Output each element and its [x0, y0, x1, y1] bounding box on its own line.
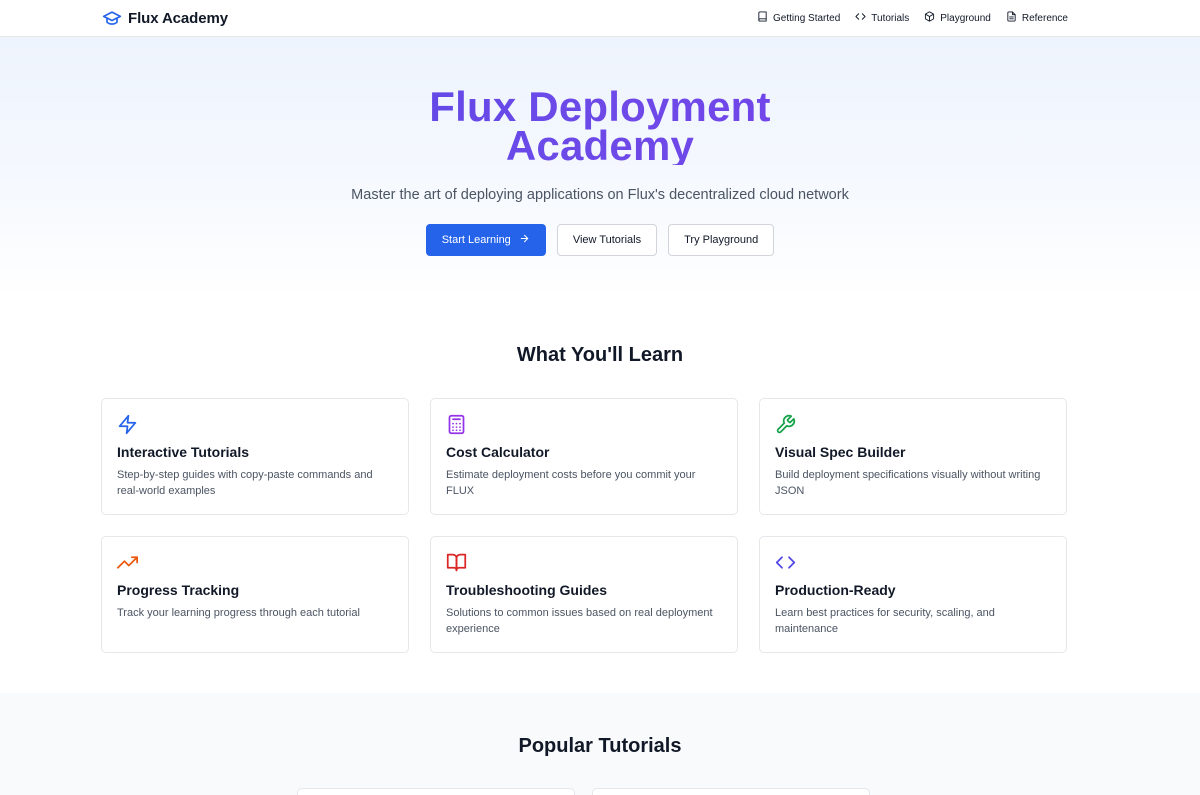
brand[interactable]: Flux Academy — [102, 8, 228, 28]
code-icon — [855, 11, 866, 25]
brand-name: Flux Academy — [128, 9, 228, 27]
wrench-icon — [775, 414, 797, 436]
feature-title: Interactive Tutorials — [117, 444, 250, 460]
hero-subtitle: Master the art of deploying applications… — [351, 187, 849, 203]
learn-section-title: What You'll Learn — [516, 344, 684, 366]
open-book-icon — [446, 552, 468, 574]
feature-card-production-ready[interactable]: Production-Ready Learn best practices fo… — [759, 536, 1067, 653]
graduation-cap-icon — [102, 8, 122, 28]
tutorial-card[interactable] — [592, 788, 870, 795]
feature-description: Track your learning progress through eac… — [117, 607, 360, 619]
feature-description: Build deployment specifications visually… — [775, 469, 1041, 497]
nav-reference[interactable]: Reference — [1006, 11, 1068, 25]
feature-title: Troubleshooting Guides — [446, 582, 607, 598]
feature-description: Estimate deployment costs before you com… — [446, 469, 696, 497]
lightning-icon — [117, 414, 139, 436]
feature-title: Visual Spec Builder — [775, 444, 906, 460]
nav-label: Getting Started — [773, 12, 841, 24]
feature-description: Step-by-step guides with copy-paste comm… — [117, 469, 373, 497]
nav-getting-started[interactable]: Getting Started — [757, 11, 840, 25]
feature-card-progress-tracking[interactable]: Progress Tracking Track your learning pr… — [101, 536, 409, 653]
cube-icon — [924, 11, 935, 25]
view-tutorials-button[interactable]: View Tutorials — [556, 224, 658, 256]
calculator-icon — [446, 414, 468, 436]
book-icon — [757, 11, 768, 25]
document-icon — [1006, 11, 1017, 25]
feature-grid: Interactive Tutorials Step-by-step guide… — [101, 398, 1068, 653]
popular-section-title: Popular Tutorials — [518, 735, 682, 757]
try-playground-button[interactable]: Try Playground — [668, 224, 775, 256]
arrow-right-icon — [519, 233, 530, 247]
hero-title: Flux Deployment Academy — [0, 87, 1200, 165]
feature-card-troubleshooting-guides[interactable]: Troubleshooting Guides Solutions to comm… — [430, 536, 738, 653]
feature-title: Progress Tracking — [117, 582, 240, 598]
feature-card-visual-spec-builder[interactable]: Visual Spec Builder Build deployment spe… — [759, 398, 1067, 515]
code-icon — [775, 552, 797, 574]
nav-label: Reference — [1021, 12, 1068, 24]
hero-title-line-1: Flux Deployment — [429, 83, 771, 130]
nav-playground[interactable]: Playground — [924, 11, 991, 25]
hero-title-line-2: Academy — [505, 122, 695, 169]
feature-title: Production-Ready — [775, 582, 896, 598]
hero-actions: Start Learning View Tutorials Try Playgr… — [0, 224, 1200, 256]
main-nav: Getting Started Tutorials Playground Ref… — [757, 11, 1068, 25]
start-learning-button[interactable]: Start Learning — [425, 224, 546, 256]
button-label: Start Learning — [441, 234, 511, 246]
hero-section: Flux Deployment Academy Master the art o… — [0, 37, 1200, 297]
nav-tutorials[interactable]: Tutorials — [855, 11, 909, 25]
tutorial-card[interactable] — [297, 788, 575, 795]
nav-label: Playground — [940, 12, 991, 24]
feature-title: Cost Calculator — [446, 444, 550, 460]
nav-label: Tutorials — [871, 12, 910, 24]
feature-card-interactive-tutorials[interactable]: Interactive Tutorials Step-by-step guide… — [101, 398, 409, 515]
feature-description: Solutions to common issues based on real… — [446, 607, 713, 635]
feature-description: Learn best practices for security, scali… — [775, 607, 995, 635]
trending-up-icon — [117, 552, 139, 574]
top-navbar: Flux Academy Getting Started Tutorials P… — [0, 0, 1200, 37]
feature-card-cost-calculator[interactable]: Cost Calculator Estimate deployment cost… — [430, 398, 738, 515]
